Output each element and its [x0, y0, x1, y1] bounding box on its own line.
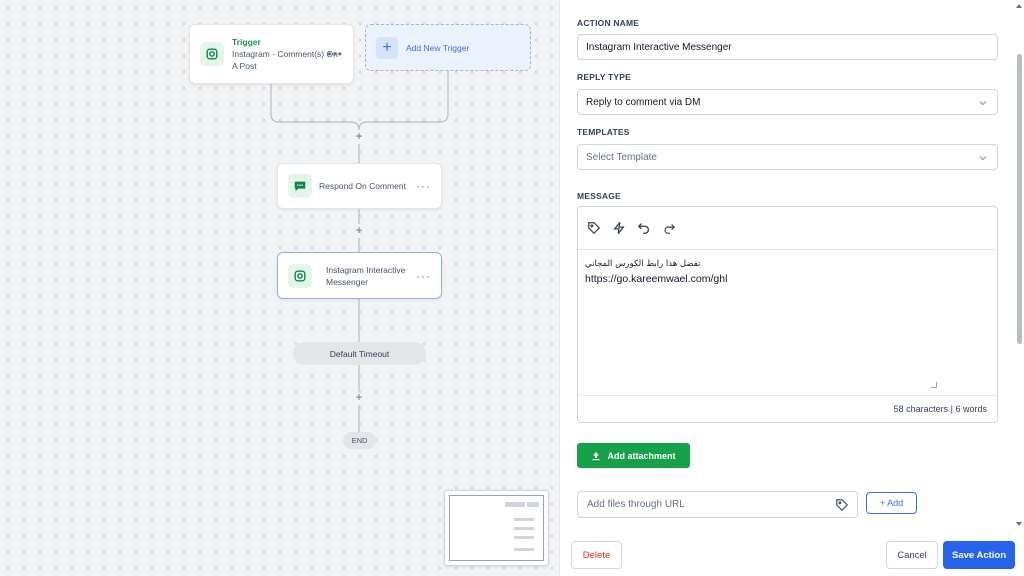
message-textarea[interactable]: تفضل هذا رابط الكورس المجاني https://go.…	[585, 259, 985, 285]
minimap[interactable]	[444, 490, 549, 566]
node-menu-icon[interactable]: •••	[327, 47, 343, 61]
add-new-trigger-label: Add New Trigger	[406, 42, 470, 53]
chevron-down-icon	[979, 156, 987, 161]
scroll-down-arrow-icon[interactable]	[1016, 522, 1022, 526]
node-menu-icon[interactable]: ···	[416, 179, 431, 193]
respond-on-comment-node[interactable]: Respond On Comment ···	[277, 163, 442, 209]
respond-node-label: Respond On Comment	[319, 181, 406, 191]
instagram-icon	[200, 42, 224, 66]
message-line-arabic: تفضل هذا رابط الكورس المجاني	[585, 259, 701, 269]
message-editor[interactable]: تفضل هذا رابط الكورس المجاني https://go.…	[577, 206, 998, 423]
action-name-value: Instagram Interactive Messenger	[586, 41, 732, 53]
message-line-link: https://go.kareemwael.com/ghl	[585, 273, 728, 285]
templates-label: TEMPLATES	[577, 127, 630, 137]
minimap-viewport[interactable]	[449, 495, 544, 561]
trigger-description-line2: A Post	[232, 60, 257, 71]
minimap-block	[514, 527, 534, 530]
templates-select[interactable]: Select Template	[577, 144, 998, 170]
message-counter: 58 characters | 6 words	[578, 395, 997, 422]
templates-placeholder: Select Template	[586, 151, 657, 163]
undo-icon[interactable]	[637, 221, 651, 235]
cancel-button[interactable]: Cancel	[886, 541, 938, 569]
minimap-block	[505, 502, 525, 507]
ig-node-label-line1: Instagram Interactive	[326, 264, 406, 275]
upload-icon	[592, 451, 600, 460]
minimap-block	[514, 518, 534, 521]
ig-node-label-line2: Messenger	[326, 276, 369, 287]
end-pill: END	[343, 432, 376, 449]
message-toolbar	[578, 207, 997, 250]
reply-type-value: Reply to comment via DM	[586, 96, 701, 108]
add-new-trigger-button[interactable]: + Add New Trigger	[365, 24, 531, 71]
add-attachment-label: Add attachment	[607, 450, 676, 461]
add-step-plus[interactable]: +	[353, 391, 365, 403]
trigger-node[interactable]: Trigger Instagram - Comment(s) On A Post…	[189, 24, 354, 84]
node-menu-icon[interactable]: ···	[416, 269, 431, 283]
add-step-plus[interactable]: +	[353, 224, 365, 236]
add-step-plus[interactable]: +	[353, 130, 365, 142]
message-label: MESSAGE	[577, 191, 621, 201]
resize-handle[interactable]	[931, 382, 937, 388]
plus-icon: +	[376, 36, 398, 59]
minimap-block	[514, 536, 534, 539]
delete-button[interactable]: Delete	[571, 541, 622, 569]
reply-type-label: REPLY TYPE	[577, 72, 631, 82]
trigger-title: Trigger	[232, 36, 261, 47]
default-timeout-pill[interactable]: Default Timeout	[293, 342, 426, 365]
chevron-down-icon	[979, 101, 987, 106]
save-action-button[interactable]: Save Action	[943, 541, 1015, 569]
action-settings-panel: ACTION NAME Instagram Interactive Messen…	[559, 0, 1024, 576]
minimap-block	[514, 548, 534, 551]
action-name-label: ACTION NAME	[577, 18, 640, 28]
action-name-input[interactable]: Instagram Interactive Messenger	[577, 34, 998, 60]
comment-icon	[288, 174, 312, 198]
file-url-input[interactable]: Add files through URL	[577, 491, 858, 518]
lightning-icon[interactable]	[612, 221, 626, 235]
file-url-placeholder: Add files through URL	[587, 499, 685, 510]
trigger-description-line1: Instagram - Comment(s) On	[232, 48, 338, 59]
instagram-icon	[288, 263, 312, 288]
tag-icon[interactable]	[587, 221, 601, 235]
workflow-canvas[interactable]: + + + Trigger Instagram - Comment(s) On …	[0, 0, 559, 576]
add-attachment-button[interactable]: Add attachment	[577, 443, 690, 468]
tag-icon[interactable]	[835, 498, 849, 512]
redo-icon[interactable]	[662, 221, 676, 235]
minimap-block	[527, 502, 539, 507]
instagram-messenger-node[interactable]: Instagram Interactive Messenger ···	[277, 252, 442, 299]
scroll-up-arrow-icon[interactable]	[1016, 4, 1022, 8]
scrollbar-thumb[interactable]	[1017, 54, 1022, 344]
add-url-button[interactable]: + Add	[866, 492, 917, 514]
reply-type-select[interactable]: Reply to comment via DM	[577, 89, 998, 115]
panel-scrollbar[interactable]	[1015, 0, 1024, 576]
